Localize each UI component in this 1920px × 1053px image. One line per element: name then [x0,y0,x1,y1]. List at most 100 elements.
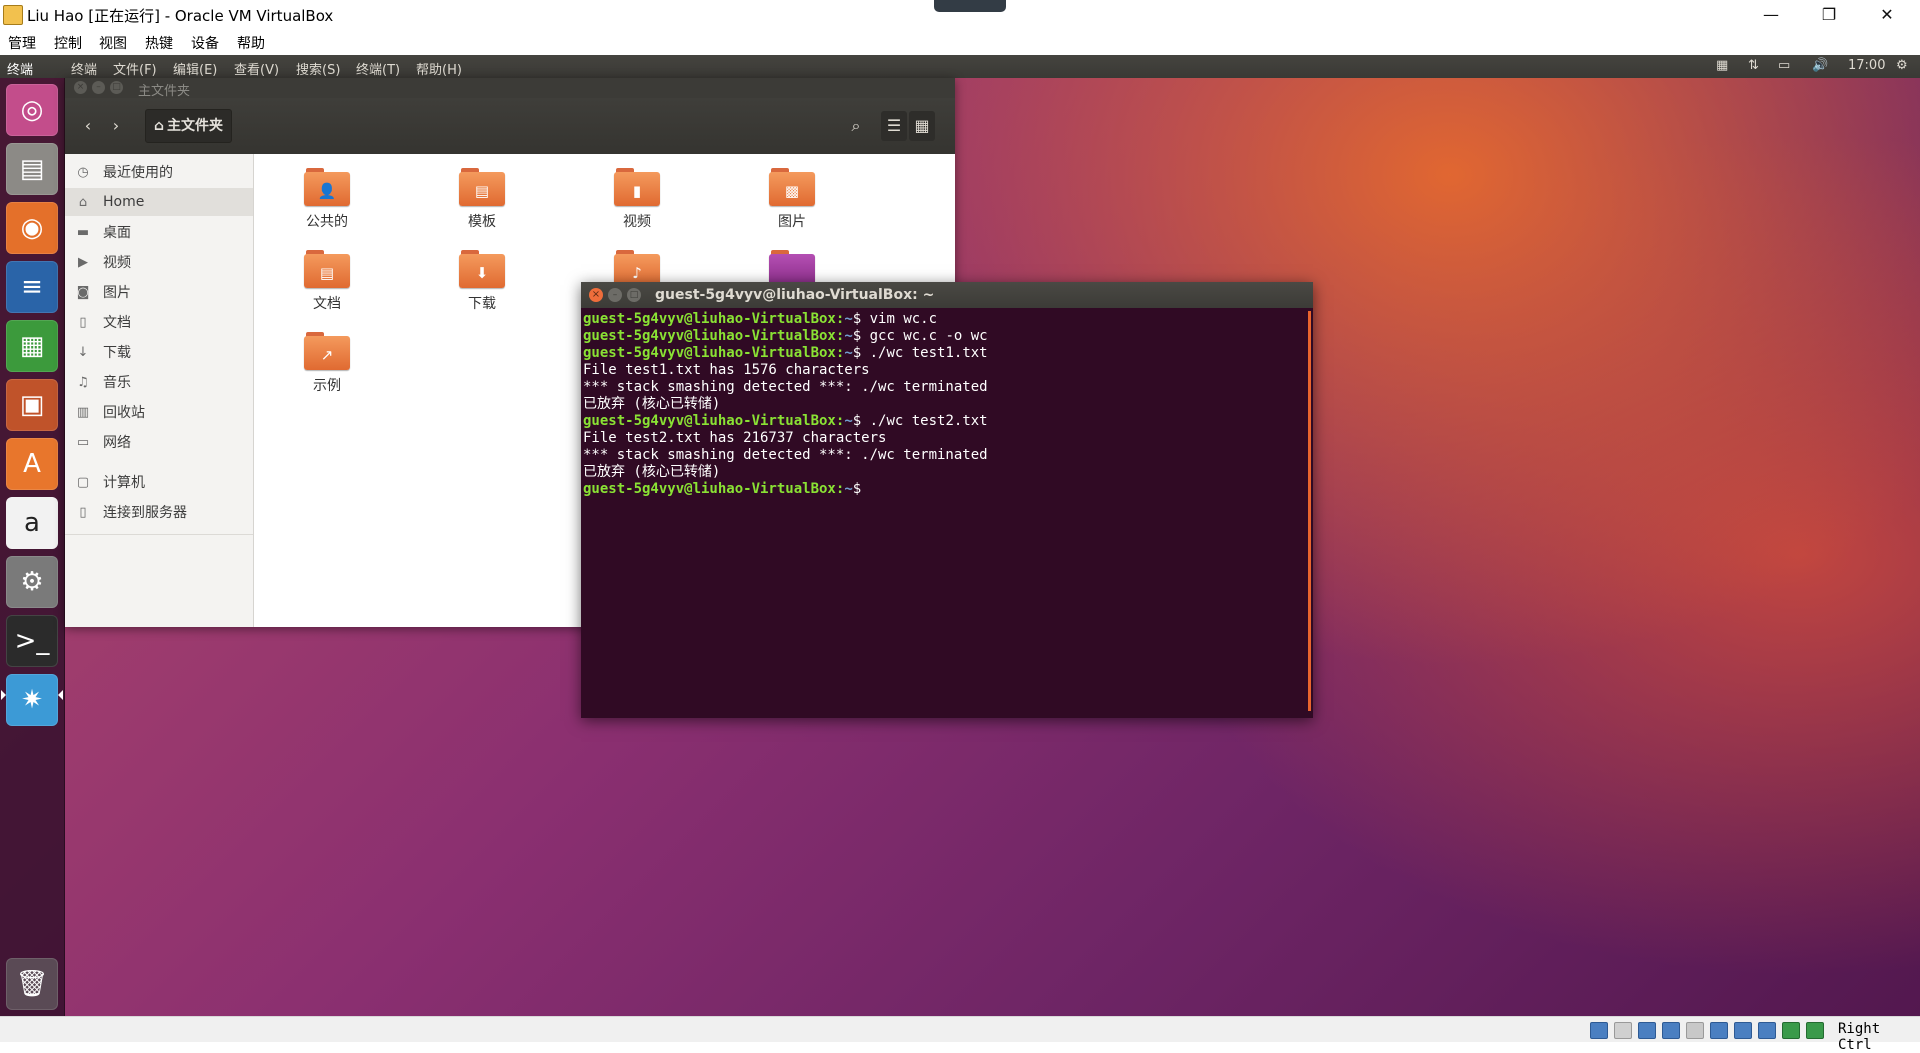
menu-hotkey[interactable]: 热键 [145,33,173,53]
writer-icon[interactable]: ≡ [6,261,58,313]
screenshot-icon[interactable]: ✷ [6,674,58,726]
trash-icon[interactable]: 🗑 [6,958,58,1010]
sidebar-item-pictures[interactable]: ◙ 图片 [65,278,253,306]
network-icon[interactable]: ⇅ [1748,58,1759,73]
sidebar-item-connect-to-server[interactable]: ▯ 连接到服务器 [65,498,253,526]
menu-manage[interactable]: 管理 [8,33,36,53]
terminal-output[interactable]: guest-5g4vyv@liuhao-VirtualBox:~$ vim wc… [583,311,1303,711]
folder-item[interactable]: ▤ 文档 [272,250,382,313]
panel-menu-help[interactable]: 帮助(H) [416,59,462,78]
sidebar-item-documents[interactable]: ▯ 文档 [65,308,253,336]
mouse-integration-icon[interactable] [1806,1022,1824,1039]
system-gear-icon[interactable]: ⚙ [1896,58,1908,73]
sidebar-item-home[interactable]: ⌂ Home [65,188,253,216]
folder-item[interactable]: ▤ 模板 [427,168,537,231]
system-settings-icon[interactable]: ⚙ [6,556,58,608]
terminal-minimize-button[interactable]: – [608,288,622,302]
terminal-command-line: guest-5g4vyv@liuhao-VirtualBox:~$ vim wc… [583,311,938,327]
sidebar-item-label: 音乐 [103,375,131,391]
folder-item[interactable]: ▮ 视频 [582,168,692,231]
panel-menu-file[interactable]: 文件(F) [113,59,157,78]
files-icon[interactable]: ▤ [6,143,58,195]
minimize-button[interactable]: — [1749,2,1793,28]
sidebar-item-trash[interactable]: ▥ 回收站 [65,398,253,426]
terminal-command-line: guest-5g4vyv@liuhao-VirtualBox:~$ ./wc t… [583,413,988,429]
clock[interactable]: 17:00 [1848,58,1885,73]
forward-icon[interactable]: › [103,111,129,141]
close-button[interactable]: ✕ [1865,2,1909,28]
folder-icon: 👤 [304,168,350,206]
host-window-title: Liu Hao [正在运行] - Oracle VM VirtualBox [27,7,334,25]
panel-menu-terminal-t[interactable]: 终端(T) [356,59,400,78]
sidebar-item-network[interactable]: ▭ 网络 [65,428,253,456]
panel-menu-edit[interactable]: 编辑(E) [173,59,217,78]
keyboard-icon[interactable]: ▦ [1716,58,1728,73]
shared-folders-icon[interactable] [1710,1022,1728,1039]
grid-view-icon[interactable]: ▦ [909,111,935,141]
usb-icon[interactable] [1686,1022,1704,1039]
terminal-icon[interactable]: >_ [6,615,58,667]
folder-label: 文档 [313,296,341,312]
video-capture-icon[interactable] [1758,1022,1776,1039]
menu-control[interactable]: 控制 [54,33,82,53]
amazon-icon[interactable]: a [6,497,58,549]
sidebar-item-label: Home [103,194,145,210]
sidebar-item-label: 网络 [103,435,131,451]
audio-icon[interactable] [1638,1022,1656,1039]
sidebar-item-desktop[interactable]: ▬ 桌面 [65,218,253,246]
file-manager-minimize-button[interactable]: – [92,81,105,94]
mini-toolbar-handle[interactable] [934,0,1006,12]
network-adapter-icon[interactable] [1662,1022,1680,1039]
calc-icon[interactable]: ▦ [6,320,58,372]
launcher-focused-indicator [58,690,63,700]
sidebar-item-recent[interactable]: ◷ 最近使用的 [65,158,253,186]
path-bar-home[interactable]: ⌂ 主文件夹 [145,109,233,143]
prompt-user: guest-5g4vyv@liuhao-VirtualBox [583,345,836,361]
terminal-maximize-button[interactable]: □ [627,288,641,302]
impress-icon[interactable]: ▣ [6,379,58,431]
terminal-scrollbar[interactable] [1308,311,1311,711]
panel-menu-terminal[interactable]: 终端 [71,59,97,78]
prompt-user: guest-5g4vyv@liuhao-VirtualBox [583,481,836,497]
back-icon[interactable]: ‹ [75,111,101,141]
virtualization-icon[interactable] [1782,1022,1800,1039]
list-view-icon[interactable]: ☰ [881,111,907,141]
unity-top-panel: 终端 终端 文件(F) 编辑(E) 查看(V) 搜索(S) 终端(T) 帮助(H… [0,55,1920,78]
folder-item[interactable]: ▩ 图片 [737,168,847,231]
firefox-icon[interactable]: ◉ [6,202,58,254]
folder-item[interactable]: ↗ 示例 [272,332,382,395]
file-manager-close-button[interactable]: × [74,81,87,94]
host-titlebar: Liu Hao [正在运行] - Oracle VM VirtualBox — … [0,0,1920,28]
sidebar-item-downloads[interactable]: ↓ 下载 [65,338,253,366]
hard-disk-icon[interactable] [1590,1022,1608,1039]
volume-icon[interactable]: 🔊 [1812,58,1828,73]
folder-label: 视频 [623,214,651,230]
folder-item[interactable]: ⬇ 下载 [427,250,537,313]
display-icon[interactable] [1734,1022,1752,1039]
sidebar-divider [65,534,253,535]
battery-icon[interactable]: ▭ [1778,58,1790,73]
sidebar-item-music[interactable]: ♫ 音乐 [65,368,253,396]
command-text: ./wc test2.txt [869,413,988,429]
terminal-title: guest-5g4vyv@liuhao-VirtualBox: ~ [655,287,935,303]
sidebar-item-computer[interactable]: ▢ 计算机 [65,468,253,496]
menu-view[interactable]: 视图 [99,33,127,53]
menu-devices[interactable]: 设备 [191,33,219,53]
folder-label: 图片 [778,214,806,230]
terminal-output-line: 已放弃 (核心已转储) [583,396,721,412]
panel-menu-view[interactable]: 查看(V) [234,59,279,78]
panel-menu-search[interactable]: 搜索(S) [296,59,340,78]
folder-item[interactable]: 👤 公共的 [272,168,382,231]
software-center-icon[interactable]: A [6,438,58,490]
dash-icon[interactable]: ◎ [6,84,58,136]
prompt-user: guest-5g4vyv@liuhao-VirtualBox [583,311,836,327]
restore-button[interactable]: ❐ [1807,2,1851,28]
menu-help[interactable]: 帮助 [237,33,265,53]
search-icon[interactable]: ⌕ [841,111,871,141]
terminal-close-button[interactable]: × [589,288,603,302]
optical-drive-icon[interactable] [1614,1022,1632,1039]
terminal-window: × – □ guest-5g4vyv@liuhao-VirtualBox: ~ … [581,282,1313,718]
file-manager-maximize-button[interactable]: □ [110,81,123,94]
sidebar-item-videos[interactable]: ▶ 视频 [65,248,253,276]
guest-desktop: 终端 终端 文件(F) 编辑(E) 查看(V) 搜索(S) 终端(T) 帮助(H… [0,55,1920,1016]
